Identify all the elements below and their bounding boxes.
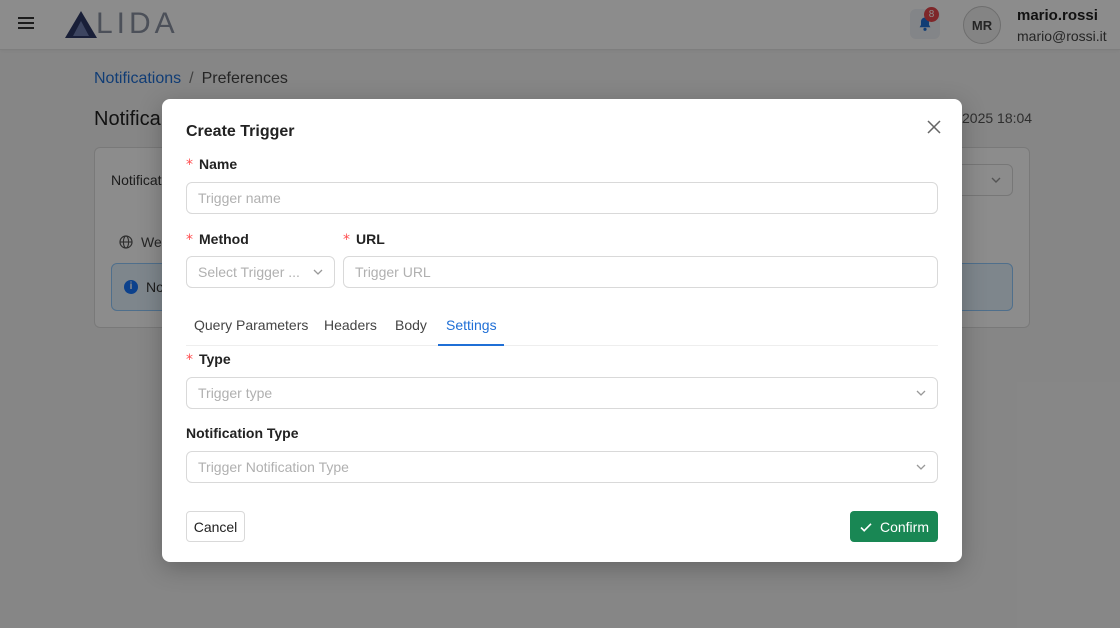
active-tab-indicator (438, 344, 504, 346)
create-trigger-modal: Create Trigger *Name *Method Select Trig… (162, 99, 962, 562)
url-label: * URL (343, 231, 385, 248)
notification-type-select-placeholder: Trigger Notification Type (198, 459, 349, 475)
close-icon (927, 120, 941, 134)
chevron-down-icon (313, 269, 323, 275)
name-label: * Name (186, 156, 238, 173)
required-mark: * (343, 232, 350, 248)
tab-settings[interactable]: Settings (446, 317, 497, 333)
cancel-button[interactable]: Cancel (186, 511, 245, 542)
required-mark: * (186, 232, 193, 248)
check-icon (860, 522, 872, 532)
required-mark: * (186, 157, 193, 173)
chevron-down-icon (916, 464, 926, 470)
chevron-down-icon (916, 390, 926, 396)
method-select-placeholder: Select Trigger ... (198, 264, 300, 280)
name-input[interactable] (186, 182, 938, 214)
type-select-placeholder: Trigger type (198, 385, 273, 401)
tab-headers[interactable]: Headers (324, 317, 377, 333)
tab-query-parameters[interactable]: Query Parameters (194, 317, 308, 333)
method-label: * Method (186, 231, 249, 248)
tab-body[interactable]: Body (395, 317, 427, 333)
method-select[interactable]: Select Trigger ... (186, 256, 335, 288)
required-mark: * (186, 352, 193, 368)
notification-type-select[interactable]: Trigger Notification Type (186, 451, 938, 483)
type-select[interactable]: Trigger type (186, 377, 938, 409)
url-input[interactable] (343, 256, 938, 288)
type-label: * Type (186, 351, 231, 368)
modal-title: Create Trigger (186, 123, 295, 140)
confirm-button[interactable]: Confirm (850, 511, 938, 542)
trigger-tabs: Query Parameters Headers Body Settings (186, 309, 938, 346)
confirm-button-label: Confirm (879, 518, 929, 535)
notification-type-label: Notification Type (186, 425, 299, 441)
close-button[interactable] (924, 117, 944, 137)
